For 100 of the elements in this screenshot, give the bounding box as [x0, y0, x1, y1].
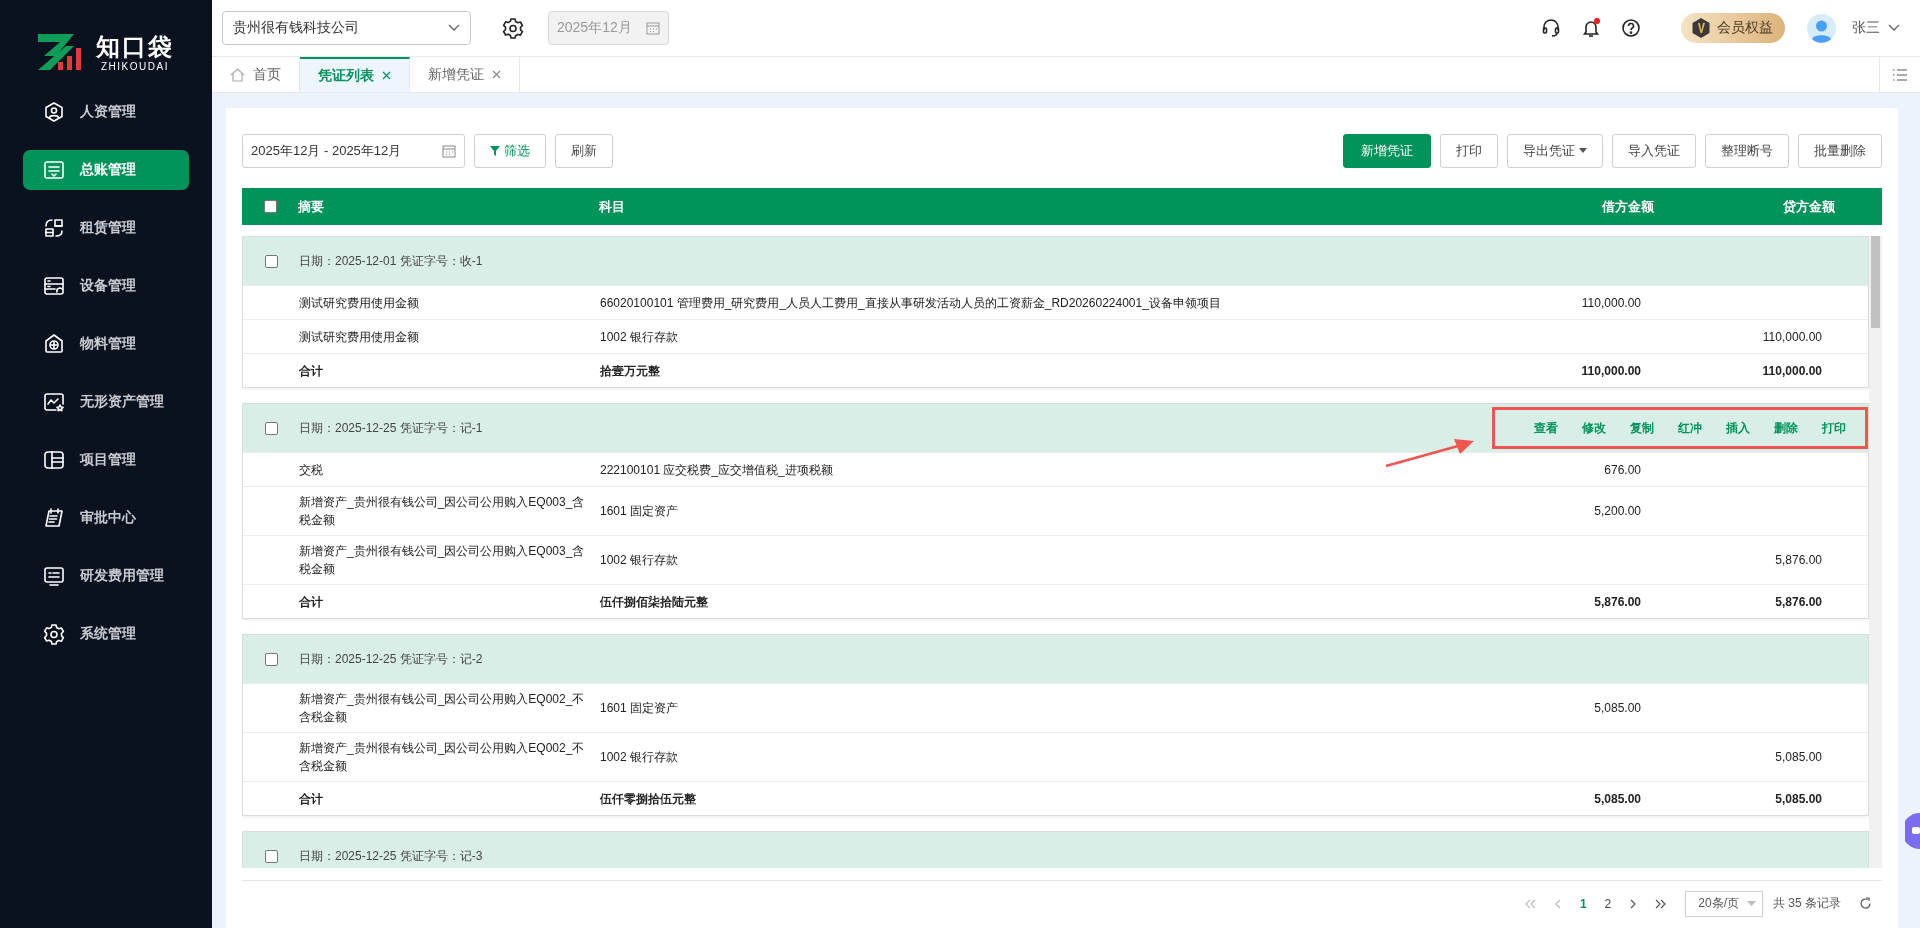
sidebar-item[interactable]: 人资管理	[23, 92, 189, 132]
table-cell-text: 5,085.00	[1774, 790, 1822, 808]
sidebar-item[interactable]: 租赁管理	[23, 208, 189, 248]
page-size-select[interactable]: 20条/页	[1685, 890, 1763, 917]
table-cell: 5,200.00	[1594, 504, 1641, 518]
checkbox[interactable]	[264, 421, 278, 435]
layout-icon	[43, 217, 65, 239]
checkbox[interactable]	[264, 849, 278, 863]
table-cell-text: 5,876.00	[1593, 593, 1641, 611]
settings-icon	[43, 623, 65, 645]
home-icon	[230, 67, 245, 82]
toolbar-button[interactable]: 导出凭证	[1507, 133, 1603, 168]
column-header: 摘要	[298, 197, 325, 216]
chart-star-icon	[43, 391, 65, 413]
tab[interactable]: 凭证列表	[300, 57, 410, 92]
sidebar-item[interactable]: 设备管理	[23, 266, 189, 306]
date-range-field[interactable]: 2025年12月 - 2025年12月	[242, 133, 465, 168]
chevron-down-icon[interactable]	[1888, 24, 1900, 32]
table-cell-text: 5,085.00	[1593, 790, 1641, 808]
person-badge-icon	[43, 101, 65, 123]
record-count: 共 35 条记录	[1773, 895, 1841, 912]
table-cell: 5,085.00	[1594, 701, 1641, 715]
toolbar-button[interactable]: 整理断号	[1705, 133, 1789, 168]
table-cell-text: 新增资产_贵州很有钱公司_因公司公用购入EQ003_含税金额	[299, 494, 586, 529]
column-header: 科目	[599, 197, 626, 216]
scrollbar[interactable]	[1869, 236, 1882, 868]
chat-bubble-icon[interactable]	[1905, 813, 1920, 849]
bell-icon[interactable]	[1581, 18, 1601, 38]
table-cell: 110,000.00	[1581, 295, 1641, 310]
settings-icon[interactable]	[502, 17, 524, 39]
sidebar-item[interactable]: 总账管理	[23, 150, 189, 190]
table-cell: 5,085.00	[1775, 750, 1822, 764]
table-cell-text: 1002 银行存款	[600, 552, 680, 569]
sidebar-item[interactable]: 系统管理	[23, 614, 189, 654]
sidebar-item[interactable]: 无形资产管理	[23, 382, 189, 422]
logo-subtitle: ZHIKOUDAI	[101, 60, 169, 72]
sidebar-item[interactable]: 物料管理	[23, 324, 189, 364]
table-cell: 676.00	[1604, 462, 1641, 477]
server-icon	[43, 275, 65, 297]
chevron-down-icon	[448, 24, 460, 32]
table-cell-text: 交税	[299, 461, 324, 479]
calendar-note-icon	[43, 507, 65, 529]
monitor-icon	[43, 565, 65, 587]
sidebar-item[interactable]: 项目管理	[23, 440, 189, 480]
toolbar-button[interactable]: 打印	[1440, 133, 1498, 168]
panel-icon	[43, 449, 65, 471]
close-icon[interactable]	[492, 70, 501, 79]
voucher-info: 日期：2025-12-25 凭证字号：记-3	[299, 847, 483, 865]
filter-icon	[490, 145, 500, 156]
close-icon[interactable]	[382, 71, 391, 80]
table-cell-text: 新增资产_贵州很有钱公司_因公司公用购入EQ002_不含税金额	[299, 740, 586, 775]
table-cell-text: 合计	[299, 790, 324, 808]
headset-icon[interactable]	[1541, 18, 1561, 38]
table-cell-text: 1002 银行存款	[600, 328, 680, 346]
page-number[interactable]: 1	[1579, 896, 1587, 911]
table-cell-text: 合计	[299, 362, 324, 380]
toolbar-button[interactable]: 批量删除	[1798, 133, 1882, 168]
calendar-icon	[442, 143, 456, 158]
table-cell-text: 新增资产_贵州很有钱公司_因公司公用购入EQ003_含税金额	[299, 543, 586, 578]
next-page-icon[interactable]	[1629, 898, 1638, 909]
checkbox[interactable]	[264, 254, 278, 268]
tab[interactable]: 新增凭证	[410, 57, 520, 92]
house-icon	[43, 333, 65, 355]
checkbox[interactable]	[263, 200, 277, 213]
table-cell-text: 新增资产_贵州很有钱公司_因公司公用购入EQ002_不含税金额	[299, 691, 586, 726]
table-cell-text: 110,000.00	[1761, 362, 1822, 380]
sidebar-item[interactable]: 研发费用管理	[23, 556, 189, 596]
last-page-icon[interactable]	[1655, 898, 1668, 909]
company-select[interactable]: 贵州很有钱科技公司	[222, 11, 471, 45]
table-cell-text: 合计	[299, 593, 324, 611]
member-badge[interactable]: 会员权益	[1681, 13, 1785, 43]
checkbox[interactable]	[264, 652, 278, 666]
filter-button[interactable]: 筛选	[474, 133, 546, 168]
table-cell-text: 1002 银行存款	[600, 749, 680, 766]
toolbar-button[interactable]: 导入凭证	[1612, 133, 1696, 168]
refresh-button[interactable]: 刷新	[555, 133, 613, 168]
table-cell-text: 测试研究费用使用金额	[299, 328, 420, 346]
toolbar-button[interactable]: 新增凭证	[1343, 133, 1431, 168]
refresh-icon[interactable]	[1859, 897, 1872, 910]
sidebar-item[interactable]: 审批中心	[23, 498, 189, 538]
calendar-icon	[646, 21, 660, 35]
table-cell-text: 110,000.00	[1580, 362, 1641, 380]
table-cell: 110,000.00	[1762, 329, 1822, 344]
table-cell: 5,876.00	[1775, 553, 1822, 567]
table-cell-text: 测试研究费用使用金额	[299, 294, 420, 312]
user-name[interactable]: 张三	[1852, 19, 1880, 37]
table-cell-text: 1601 固定资产	[600, 503, 680, 520]
voucher-info: 日期：2025-12-01 凭证字号：收-1	[299, 252, 483, 270]
help-icon[interactable]	[1621, 18, 1641, 38]
table-cell-text: 5,876.00	[1774, 593, 1822, 611]
table-cell-text: 222100101 应交税费_应交增值税_进项税额	[600, 461, 834, 479]
table-cell-text: 1601 固定资产	[600, 700, 680, 717]
table-cell-text: 拾壹万元整	[600, 362, 661, 380]
avatar[interactable]	[1807, 13, 1836, 43]
table-cell-text: 66020100101 管理费用_研究费用_人员人工费用_直接从事研发活动人员的工资薪金_RD20260224001_设备申领项目	[600, 294, 1222, 312]
page-number[interactable]: 2	[1604, 896, 1612, 911]
voucher-info: 日期：2025-12-25 凭证字号：记-2	[299, 650, 483, 668]
caret-icon	[1747, 901, 1756, 906]
document-icon	[43, 159, 65, 181]
table-cell-text: 伍仟捌佰柒拾陆元整	[600, 593, 709, 611]
